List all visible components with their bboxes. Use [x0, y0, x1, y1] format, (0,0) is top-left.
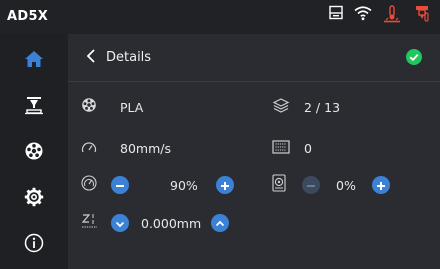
fan-increase-button[interactable] — [371, 176, 390, 195]
nozzle-temperature-icon[interactable] — [414, 5, 430, 27]
layers-value: 2 / 13 — [304, 99, 341, 115]
plus-icon — [376, 176, 386, 195]
speed-decrease-button[interactable] — [111, 176, 129, 194]
sidebar-item-filament[interactable] — [0, 130, 68, 176]
status-ok-icon — [406, 49, 422, 69]
speed-dial-icon — [81, 175, 99, 195]
sidebar — [0, 34, 68, 269]
fan-row: 0 — [272, 137, 312, 159]
back-button[interactable]: Details — [86, 46, 176, 68]
header-divider — [68, 81, 440, 82]
plus-icon — [220, 176, 230, 195]
home-icon — [24, 49, 44, 73]
chevron-down-icon — [115, 214, 125, 233]
speed-percent-value: 90% — [170, 177, 198, 193]
details-header: Details — [68, 34, 440, 80]
speed-percent-stepper: 90% — [81, 174, 234, 196]
chevron-up-icon — [215, 214, 225, 233]
fan-percent-value: 0% — [336, 177, 356, 193]
layers-icon — [272, 97, 290, 117]
z-offset-value: 0.000mm — [141, 215, 202, 231]
sidebar-item-settings[interactable] — [0, 176, 68, 222]
cooling-fan-icon — [272, 174, 290, 196]
top-bar: AD5X — [0, 0, 440, 34]
sidebar-item-info[interactable] — [0, 222, 68, 268]
filament-spool-icon — [24, 141, 44, 165]
sidebar-item-home[interactable] — [0, 38, 68, 84]
minus-icon — [306, 176, 316, 195]
gear-icon — [24, 187, 44, 211]
z-offset-up-button[interactable] — [211, 214, 230, 233]
bed-temperature-icon[interactable] — [383, 5, 401, 27]
chevron-left-icon — [86, 48, 96, 67]
sidebar-item-print[interactable] — [0, 84, 68, 130]
speed-gauge-icon — [81, 139, 99, 158]
material-row: PLA — [81, 96, 143, 118]
fan-value: 0 — [304, 140, 312, 156]
fan-percent-stepper: 0% — [272, 174, 390, 196]
minus-icon — [115, 176, 125, 195]
filament-spool-icon — [81, 97, 99, 117]
speed-increase-button[interactable] — [215, 176, 234, 195]
speed-row: 80mm/s — [81, 137, 171, 159]
wifi-icon[interactable] — [354, 5, 372, 25]
print-icon — [24, 95, 44, 119]
details-panel: Details PLA 2 / 13 80mm/s 0 90% 0% 0.000… — [68, 34, 440, 269]
material-value: PLA — [120, 99, 144, 115]
layers-row: 2 / 13 — [272, 96, 340, 118]
info-icon — [24, 233, 44, 257]
z-offset-icon — [81, 212, 99, 234]
speed-value: 80mm/s — [120, 140, 171, 156]
page-title: Details — [106, 49, 152, 65]
z-offset-down-button[interactable] — [111, 214, 129, 232]
printer-name: AD5X — [7, 9, 49, 24]
printer-status-icon[interactable] — [328, 5, 344, 25]
fan-icon — [272, 139, 290, 158]
fan-decrease-button[interactable] — [302, 176, 320, 194]
z-offset-stepper: 0.000mm — [81, 212, 230, 234]
